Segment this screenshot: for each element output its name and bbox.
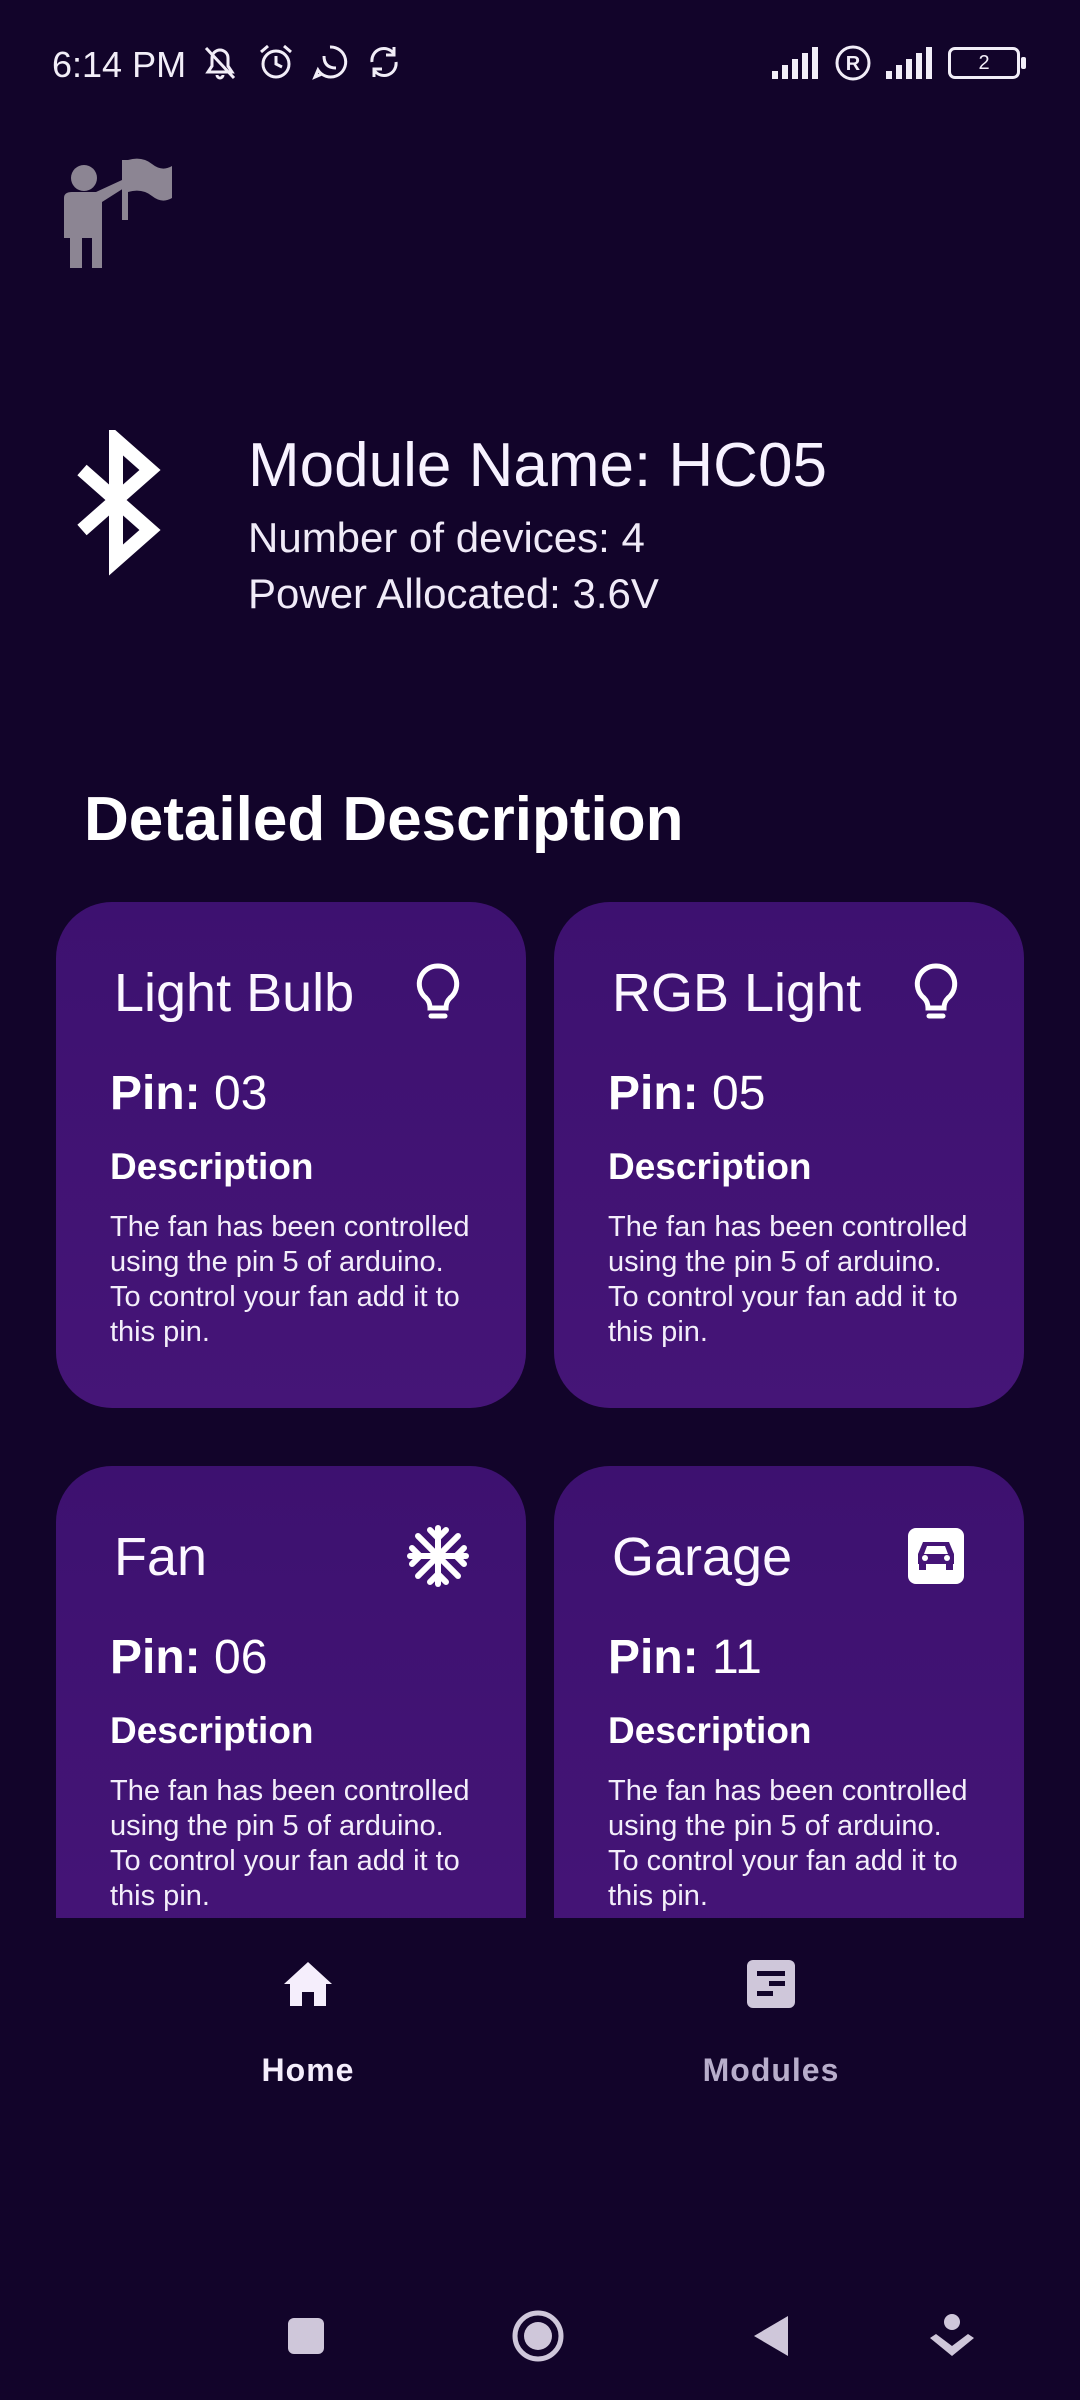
bottom-navigation: Home Modules	[0, 1918, 1080, 2128]
bluetooth-icon	[70, 424, 170, 580]
roaming-icon: R	[834, 44, 872, 82]
device-card-rgb-light[interactable]: RGB Light Pin: 05 Description The fan ha…	[554, 902, 1024, 1408]
signal-icon	[772, 47, 820, 79]
module-name: Module Name: HC05	[248, 431, 827, 500]
status-time: 6:14 PM	[52, 44, 187, 85]
status-bar: 6:14 PM R 2	[0, 0, 1080, 130]
nav-label-home: Home	[261, 2052, 355, 2088]
nav-label-modules: Modules	[702, 2052, 840, 2088]
muted-bell-icon	[198, 42, 242, 82]
card-description: The fan has been controlled using the pi…	[110, 1211, 470, 1348]
sync-icon	[364, 42, 404, 82]
card-description-heading: Description	[608, 1710, 812, 1751]
card-title: Garage	[612, 1527, 793, 1587]
lightbulb-icon	[406, 960, 470, 1024]
module-devices-count: Number of devices: 4	[248, 514, 645, 561]
device-cards-grid: Light Bulb Pin: 03 Description The fan h…	[0, 900, 1080, 1918]
car-icon	[904, 1524, 968, 1588]
card-description: The fan has been controlled using the pi…	[608, 1775, 968, 1912]
device-card-fan[interactable]: Fan Pin: 06 Description The fan has been…	[56, 1466, 526, 1918]
card-pin: Pin: 11	[608, 1631, 762, 1684]
recents-button[interactable]	[278, 2308, 334, 2364]
snowflake-icon	[406, 1524, 470, 1588]
card-description-heading: Description	[110, 1146, 314, 1187]
card-description: The fan has been controlled using the pi…	[608, 1211, 968, 1348]
card-title: Fan	[114, 1527, 208, 1587]
nav-item-modules[interactable]: Modules	[621, 1956, 921, 2089]
card-description-heading: Description	[608, 1146, 812, 1187]
assistant-button[interactable]	[924, 2308, 980, 2364]
device-card-garage[interactable]: Garage Pin: 11 Description The fan has b…	[554, 1466, 1024, 1918]
home-button[interactable]	[510, 2308, 566, 2364]
whatsapp-icon	[310, 42, 350, 82]
alarm-icon	[256, 42, 296, 82]
card-pin: Pin: 06	[110, 1631, 268, 1684]
card-description: The fan has been controlled using the pi…	[110, 1775, 470, 1912]
device-card-light-bulb[interactable]: Light Bulb Pin: 03 Description The fan h…	[56, 902, 526, 1408]
system-navigation-bar	[0, 2280, 1080, 2400]
document-icon	[743, 1956, 799, 2012]
module-power: Power Allocated: 3.6V	[248, 570, 659, 617]
card-pin: Pin: 03	[110, 1067, 268, 1120]
section-title: Detailed Description	[84, 785, 684, 854]
svg-text:R: R	[846, 53, 861, 75]
lightbulb-icon	[904, 960, 968, 1024]
signal-icon	[886, 47, 934, 79]
status-system-icons: R 2	[772, 44, 1026, 82]
back-button[interactable]	[744, 2308, 800, 2364]
home-icon	[280, 1956, 336, 2012]
card-pin: Pin: 05	[608, 1067, 766, 1120]
card-description-heading: Description	[110, 1710, 314, 1751]
status-notification-icons	[198, 42, 404, 82]
card-title: RGB Light	[612, 963, 862, 1023]
card-title: Light Bulb	[114, 963, 355, 1023]
nav-item-home[interactable]: Home	[158, 1956, 458, 2089]
battery-icon: 2	[948, 47, 1026, 79]
app-logo-icon	[56, 156, 176, 274]
